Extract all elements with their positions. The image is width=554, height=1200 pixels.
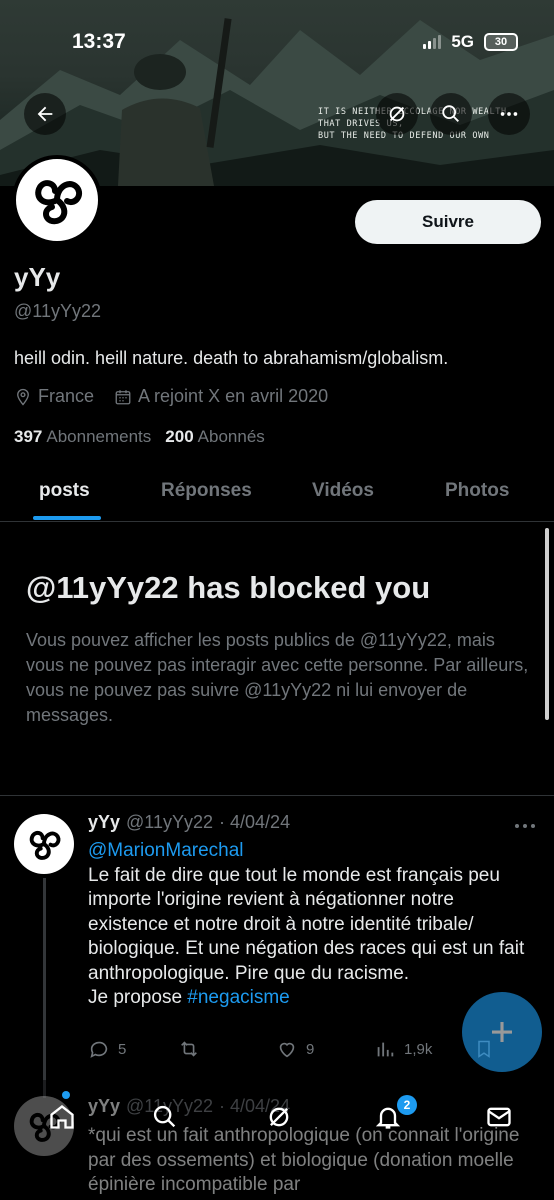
following-link[interactable]: 397 Abonnements bbox=[14, 427, 151, 447]
nav-home[interactable] bbox=[47, 1102, 77, 1132]
search-icon bbox=[442, 105, 459, 122]
more-icon bbox=[500, 112, 518, 116]
profile-display-name: yYy bbox=[14, 262, 61, 292]
active-tab-indicator bbox=[33, 516, 101, 520]
profile-tabs: posts Réponses Vidéos Photos bbox=[0, 466, 554, 522]
tweet-mention[interactable]: @MarionMarechal bbox=[88, 839, 528, 864]
reply-count: 5 bbox=[118, 1040, 127, 1058]
tab-photos[interactable]: Photos bbox=[445, 480, 509, 502]
profile-bio: heill odin. heill nature. death to abrah… bbox=[14, 348, 449, 368]
follow-counts: 397 Abonnements 200 Abonnés bbox=[14, 427, 265, 447]
search-button[interactable] bbox=[430, 93, 472, 135]
tweet-hashtag[interactable]: #negacisme bbox=[187, 987, 289, 1008]
search-icon bbox=[153, 1105, 176, 1128]
mail-icon bbox=[487, 1107, 511, 1127]
views-icon bbox=[377, 1042, 394, 1057]
location-item: France bbox=[14, 386, 94, 407]
like-count: 9 bbox=[306, 1040, 315, 1058]
tweet-author-name[interactable]: yYy bbox=[88, 812, 120, 833]
home-icon bbox=[50, 1105, 74, 1129]
retweet-icon bbox=[181, 1041, 197, 1057]
battery-icon: 30 bbox=[484, 33, 518, 51]
followers-link[interactable]: 200 Abonnés bbox=[165, 427, 265, 447]
heart-icon bbox=[279, 1042, 295, 1058]
profile-avatar[interactable] bbox=[12, 155, 102, 245]
following-count: 397 bbox=[14, 427, 43, 446]
joined-item: A rejoint X en avril 2020 bbox=[114, 386, 328, 407]
notifications-badge: 2 bbox=[397, 1095, 417, 1115]
divider bbox=[0, 795, 554, 796]
views-button[interactable]: 1,9k bbox=[374, 1038, 474, 1060]
tweet-text: Le fait de dire que tout le monde est fr… bbox=[88, 864, 525, 984]
location-label: France bbox=[38, 386, 95, 406]
compose-button[interactable] bbox=[462, 992, 542, 1072]
thread-line bbox=[43, 878, 46, 1098]
blocked-title: @11yYy22 has blocked you bbox=[26, 570, 431, 605]
network-label: 5G bbox=[451, 32, 474, 51]
followers-label: Abonnés bbox=[197, 427, 265, 446]
tweet-text-prefix: Je propose bbox=[88, 987, 188, 1008]
retweet-button[interactable] bbox=[178, 1038, 276, 1060]
nav-search[interactable] bbox=[150, 1102, 180, 1132]
calendar-icon bbox=[115, 389, 131, 404]
tweet-avatar[interactable] bbox=[14, 814, 74, 874]
tweet-text-line: Je propose #negacisme bbox=[88, 986, 528, 1011]
grok-icon bbox=[389, 106, 405, 122]
profile-handle: @11yYy22 bbox=[14, 301, 101, 321]
bottom-navigation bbox=[0, 1080, 554, 1200]
tweet-author-handle[interactable]: @11yYy22 bbox=[126, 812, 213, 833]
status-time: 13:37 bbox=[72, 30, 126, 53]
tab-posts[interactable]: posts bbox=[39, 480, 90, 502]
home-notification-dot bbox=[62, 1091, 70, 1099]
tweet-actions: 5 9 1,9k bbox=[88, 1038, 528, 1060]
location-pin-icon bbox=[17, 388, 29, 406]
plus-icon bbox=[492, 1022, 512, 1042]
back-arrow-icon bbox=[37, 106, 53, 122]
nav-grok[interactable] bbox=[264, 1102, 294, 1132]
battery-level: 30 bbox=[494, 36, 508, 48]
follow-button[interactable]: Suivre bbox=[355, 200, 541, 244]
reply-icon bbox=[90, 1041, 108, 1058]
profile-meta: France A rejoint X en avril 2020 bbox=[14, 386, 348, 407]
tab-videos[interactable]: Vidéos bbox=[312, 480, 374, 502]
grok-button[interactable] bbox=[376, 93, 418, 135]
views-count: 1,9k bbox=[404, 1040, 433, 1058]
more-options-button[interactable] bbox=[488, 93, 530, 135]
back-button[interactable] bbox=[24, 93, 66, 135]
tweet-header: yYy @11yYy22 · 4/04/24 bbox=[88, 812, 290, 833]
followers-count: 200 bbox=[165, 427, 194, 446]
tweet-body: @MarionMarechal Le fait de dire que tout… bbox=[88, 839, 528, 1011]
tab-replies[interactable]: Réponses bbox=[161, 480, 252, 502]
grok-icon bbox=[269, 1107, 289, 1127]
signal-icon bbox=[423, 35, 442, 49]
triskelion-icon bbox=[29, 830, 61, 860]
nav-messages[interactable] bbox=[484, 1102, 514, 1132]
scrollbar[interactable] bbox=[545, 528, 549, 720]
banner-mountains-image bbox=[0, 18, 554, 186]
tweet-more-button[interactable] bbox=[514, 814, 536, 837]
reply-button[interactable]: 5 bbox=[88, 1038, 178, 1060]
like-button[interactable]: 9 bbox=[276, 1038, 374, 1060]
tweet-date[interactable]: · 4/04/24 bbox=[219, 812, 290, 833]
joined-label: A rejoint X en avril 2020 bbox=[138, 386, 329, 406]
following-label: Abonnements bbox=[46, 427, 152, 446]
triskelion-icon bbox=[35, 180, 82, 225]
more-icon bbox=[515, 824, 535, 828]
status-bar-right: 5G 30 bbox=[423, 32, 518, 52]
blocked-message: Vous pouvez afficher les posts publics d… bbox=[26, 630, 529, 725]
profile-banner[interactable]: IT IS NEITHER ECCOLAGE NOR WEALTH THAT D… bbox=[0, 0, 554, 186]
